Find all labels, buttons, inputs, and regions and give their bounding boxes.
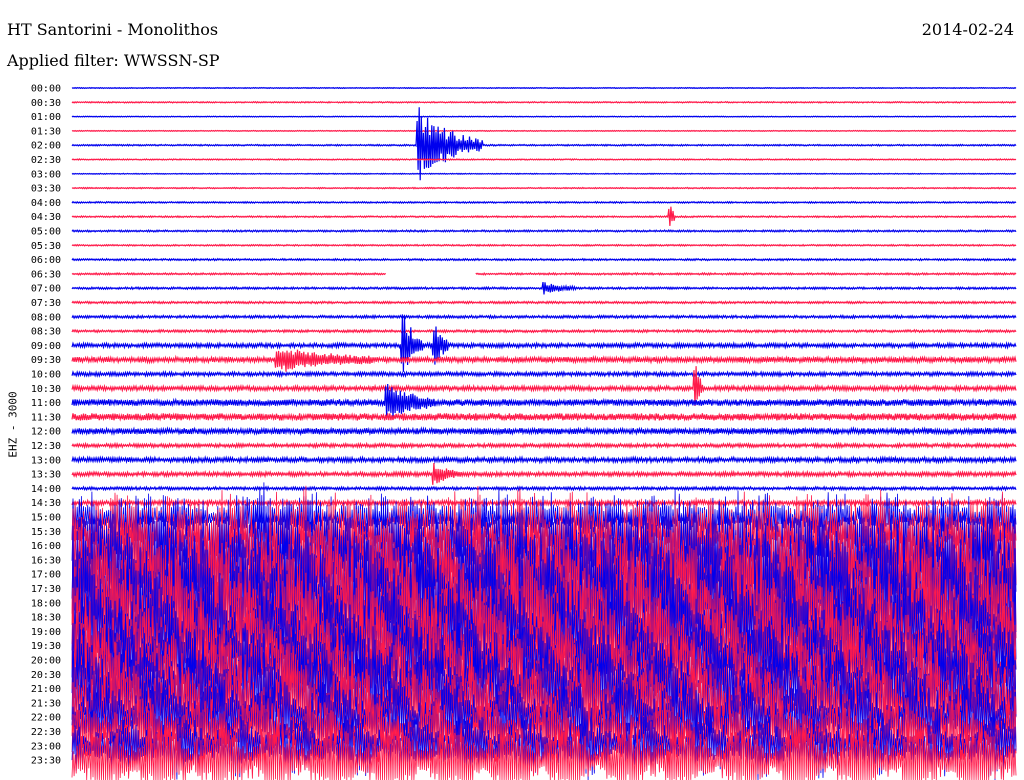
seismic-trace-row (71, 462, 1017, 485)
row-time-label: 05:00 (31, 227, 61, 238)
row-time-label: 23:00 (31, 741, 61, 752)
row-time-label: 05:30 (31, 241, 61, 252)
row-time-label: 09:00 (31, 341, 61, 352)
row-time-label: 01:00 (31, 112, 61, 123)
row-time-label: 02:30 (31, 155, 61, 166)
row-time-label: 04:30 (31, 212, 61, 223)
row-time-label: 16:30 (31, 555, 61, 566)
seismic-trace-row (71, 328, 1017, 334)
row-time-label: 18:30 (31, 613, 61, 624)
row-time-label: 10:30 (31, 384, 61, 395)
row-time-label: 00:30 (31, 98, 61, 109)
seismic-trace-row (71, 313, 1017, 320)
row-time-label: 01:30 (31, 126, 61, 137)
helicorder-plot: 00:00 00:30 01:00 01:30 02:00 02:30 03:00 03:30… (31, 84, 1017, 780)
seismic-trace-row (71, 206, 1017, 226)
seismic-trace-row (71, 200, 1017, 205)
row-time-label: 18:00 (31, 598, 61, 609)
row-time-label: 02:00 (31, 141, 61, 152)
seismic-trace-row (71, 257, 1017, 262)
row-time-label: 03:30 (31, 184, 61, 195)
seismic-trace-row (71, 314, 1017, 372)
row-time-label: 10:00 (31, 370, 61, 381)
seismic-trace-row (71, 100, 1017, 104)
row-time-label: 08:30 (31, 327, 61, 338)
row-time-label: 21:30 (31, 698, 61, 709)
row-time-label: 22:30 (31, 727, 61, 738)
seismic-trace-row (71, 107, 1017, 181)
seismic-trace-row (71, 369, 1017, 379)
row-time-label: 14:30 (31, 498, 61, 509)
row-time-label: 13:30 (31, 470, 61, 481)
seismic-trace-row (71, 186, 1017, 190)
row-time-label: 11:30 (31, 412, 61, 423)
row-time-label: 03:00 (31, 169, 61, 180)
seismic-trace-row (71, 455, 1017, 465)
seismic-trace-row (71, 300, 1017, 305)
row-time-label: 09:30 (31, 355, 61, 366)
row-time-label: 00:00 (31, 84, 61, 95)
row-time-label: 17:00 (31, 570, 61, 581)
seismic-traces (71, 86, 1017, 780)
row-time-label: 15:00 (31, 513, 61, 524)
seismic-trace-row (71, 129, 1017, 133)
seismic-trace-row (71, 349, 1017, 372)
row-time-label: 19:30 (31, 641, 61, 652)
row-time-label: 17:30 (31, 584, 61, 595)
row-time-label: 06:30 (31, 269, 61, 280)
seismic-trace-row (71, 426, 1017, 437)
row-time-label: 14:00 (31, 484, 61, 495)
row-labels: 00:00 00:30 01:00 01:30 02:00 02:30 03:00 03:30… (31, 84, 61, 767)
seismic-trace-row (71, 485, 1017, 492)
row-time-label: 21:00 (31, 684, 61, 695)
row-time-label: 07:00 (31, 284, 61, 295)
row-time-label: 20:30 (31, 670, 61, 681)
row-time-label: 07:30 (31, 298, 61, 309)
row-time-label: 12:30 (31, 441, 61, 452)
row-time-label: 16:00 (31, 541, 61, 552)
seismic-trace-row (71, 271, 1017, 276)
row-time-label: 19:00 (31, 627, 61, 638)
row-time-label: 15:30 (31, 527, 61, 538)
seismic-trace-row (71, 172, 1017, 175)
row-time-label: 06:00 (31, 255, 61, 266)
row-time-label: 23:30 (31, 756, 61, 767)
row-time-label: 20:00 (31, 656, 61, 667)
seismic-trace-row (71, 228, 1017, 233)
seismic-trace-row (71, 412, 1017, 422)
seismic-trace-row (71, 86, 1017, 90)
seismic-trace-row (71, 282, 1017, 295)
row-time-label: 22:00 (31, 713, 61, 724)
row-time-label: 12:00 (31, 427, 61, 438)
row-time-label: 13:00 (31, 455, 61, 466)
row-time-label: 11:00 (31, 398, 61, 409)
seismic-trace-row (71, 441, 1017, 450)
row-time-label: 04:00 (31, 198, 61, 209)
row-time-label: 08:00 (31, 312, 61, 323)
seismic-trace-row (71, 115, 1017, 118)
seismic-trace-row (71, 157, 1017, 161)
seismic-trace-row (71, 243, 1017, 248)
